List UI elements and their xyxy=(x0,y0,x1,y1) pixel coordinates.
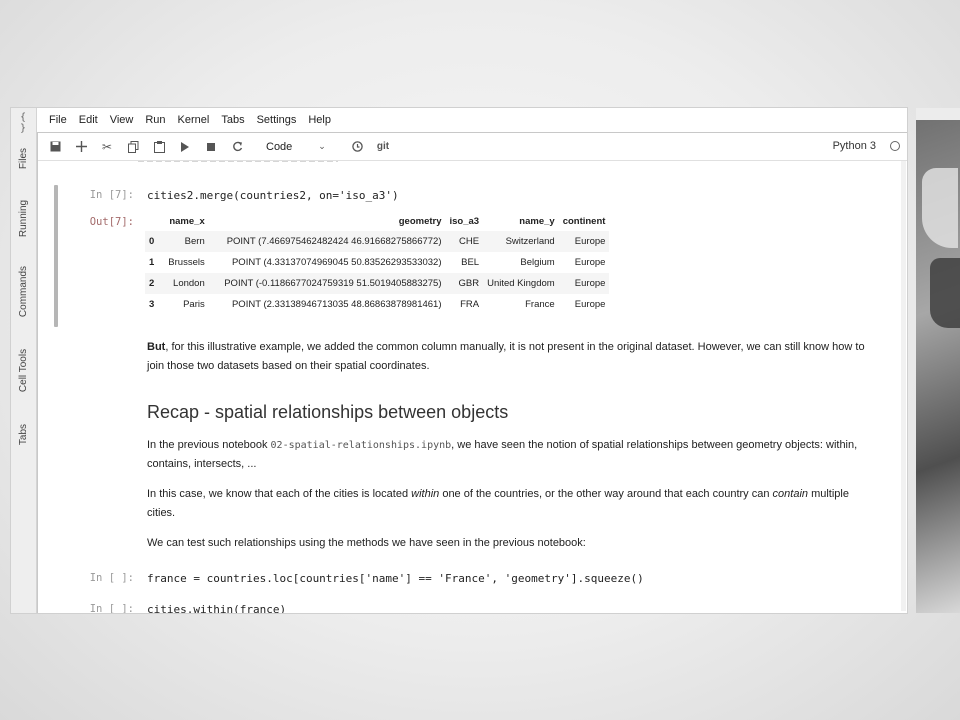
chevron-down-icon: ⌄ xyxy=(318,141,326,151)
code-input[interactable]: cities.within(france) xyxy=(147,603,286,613)
notebook-toolbar: ✂ Code ⌄ git Python 3 xyxy=(38,133,907,161)
restart-icon[interactable] xyxy=(224,136,250,158)
tab-files[interactable]: Files xyxy=(11,138,36,178)
kernel-status-icon xyxy=(890,141,900,151)
markdown-cell[interactable]: But, for this illustrative example, we a… xyxy=(147,338,877,376)
jupyter-logo-icon: { } xyxy=(19,112,27,134)
background-window xyxy=(916,108,960,613)
clock-icon[interactable] xyxy=(344,136,370,158)
table-row: 3 Paris POINT (2.33138946713035 48.86863… xyxy=(149,299,606,310)
table-row: 0 Bern POINT (7.466975462482424 46.91668… xyxy=(145,231,610,252)
menu-bar: File Edit View Run Kernel Tabs Settings … xyxy=(37,108,907,132)
tab-tabs[interactable]: Tabs xyxy=(11,414,36,454)
markdown-cell[interactable]: In the previous notebook 02-spatial-rela… xyxy=(147,436,877,474)
input-prompt: In [ ]: xyxy=(89,603,134,614)
code-input[interactable]: france = countries.loc[countries['name']… xyxy=(147,572,644,585)
menu-kernel[interactable]: Kernel xyxy=(172,114,216,126)
tab-cell-tools[interactable]: Cell Tools xyxy=(11,340,36,400)
dataframe-output: name_x geometry iso_a3 name_y continent … xyxy=(145,211,610,315)
menu-help[interactable]: Help xyxy=(302,114,337,126)
table-row: 2 London POINT (-0.1186677024759319 51.5… xyxy=(145,273,610,294)
cell-type-select[interactable]: Code ⌄ xyxy=(266,141,338,153)
cell-type-value: Code xyxy=(266,140,293,153)
output-prompt: Out[7]: xyxy=(89,216,134,228)
table-row: 1 Brussels POINT (4.33137074969045 50.83… xyxy=(149,257,606,268)
table-header: name_x geometry iso_a3 name_y continent xyxy=(169,215,606,227)
code-input[interactable]: cities2.merge(countries2, on='iso_a3') xyxy=(147,189,399,202)
markdown-cell[interactable]: In this case, we know that each of the c… xyxy=(147,485,877,523)
kernel-name[interactable]: Python 3 xyxy=(833,140,876,152)
section-heading: Recap - spatial relationships between ob… xyxy=(147,402,509,422)
input-prompt: In [ ]: xyxy=(89,572,134,584)
scrollbar[interactable] xyxy=(901,161,906,611)
tab-running[interactable]: Running xyxy=(11,192,36,244)
copy-icon[interactable] xyxy=(120,136,146,158)
cut-icon[interactable]: ✂ xyxy=(94,136,120,158)
notebook-link[interactable]: 02-spatial-relationships.ipynb xyxy=(271,440,452,451)
paste-icon[interactable] xyxy=(146,136,172,158)
run-icon[interactable] xyxy=(172,136,198,158)
notebook-panel: ✂ Code ⌄ git Python 3 In [7]: cities2.me… xyxy=(37,132,907,614)
left-tab-bar: { } Files Running Commands Cell Tools Ta… xyxy=(11,108,37,613)
save-icon[interactable] xyxy=(42,136,68,158)
markdown-cell[interactable]: Recap - spatial relationships between ob… xyxy=(147,403,877,422)
git-button[interactable]: git xyxy=(370,136,396,158)
markdown-cell[interactable]: We can test such relationships using the… xyxy=(147,534,877,553)
cell-collapser[interactable] xyxy=(54,185,58,327)
input-prompt: In [7]: xyxy=(89,189,134,201)
menu-view[interactable]: View xyxy=(104,114,140,126)
add-icon[interactable] xyxy=(68,136,94,158)
tab-commands[interactable]: Commands xyxy=(11,258,36,324)
menu-settings[interactable]: Settings xyxy=(251,114,303,126)
jupyterlab-window: { } Files Running Commands Cell Tools Ta… xyxy=(10,107,908,614)
menu-run[interactable]: Run xyxy=(139,114,171,126)
stop-icon[interactable] xyxy=(198,136,224,158)
menu-tabs[interactable]: Tabs xyxy=(215,114,250,126)
menu-edit[interactable]: Edit xyxy=(73,114,104,126)
menu-file[interactable]: File xyxy=(43,114,73,126)
